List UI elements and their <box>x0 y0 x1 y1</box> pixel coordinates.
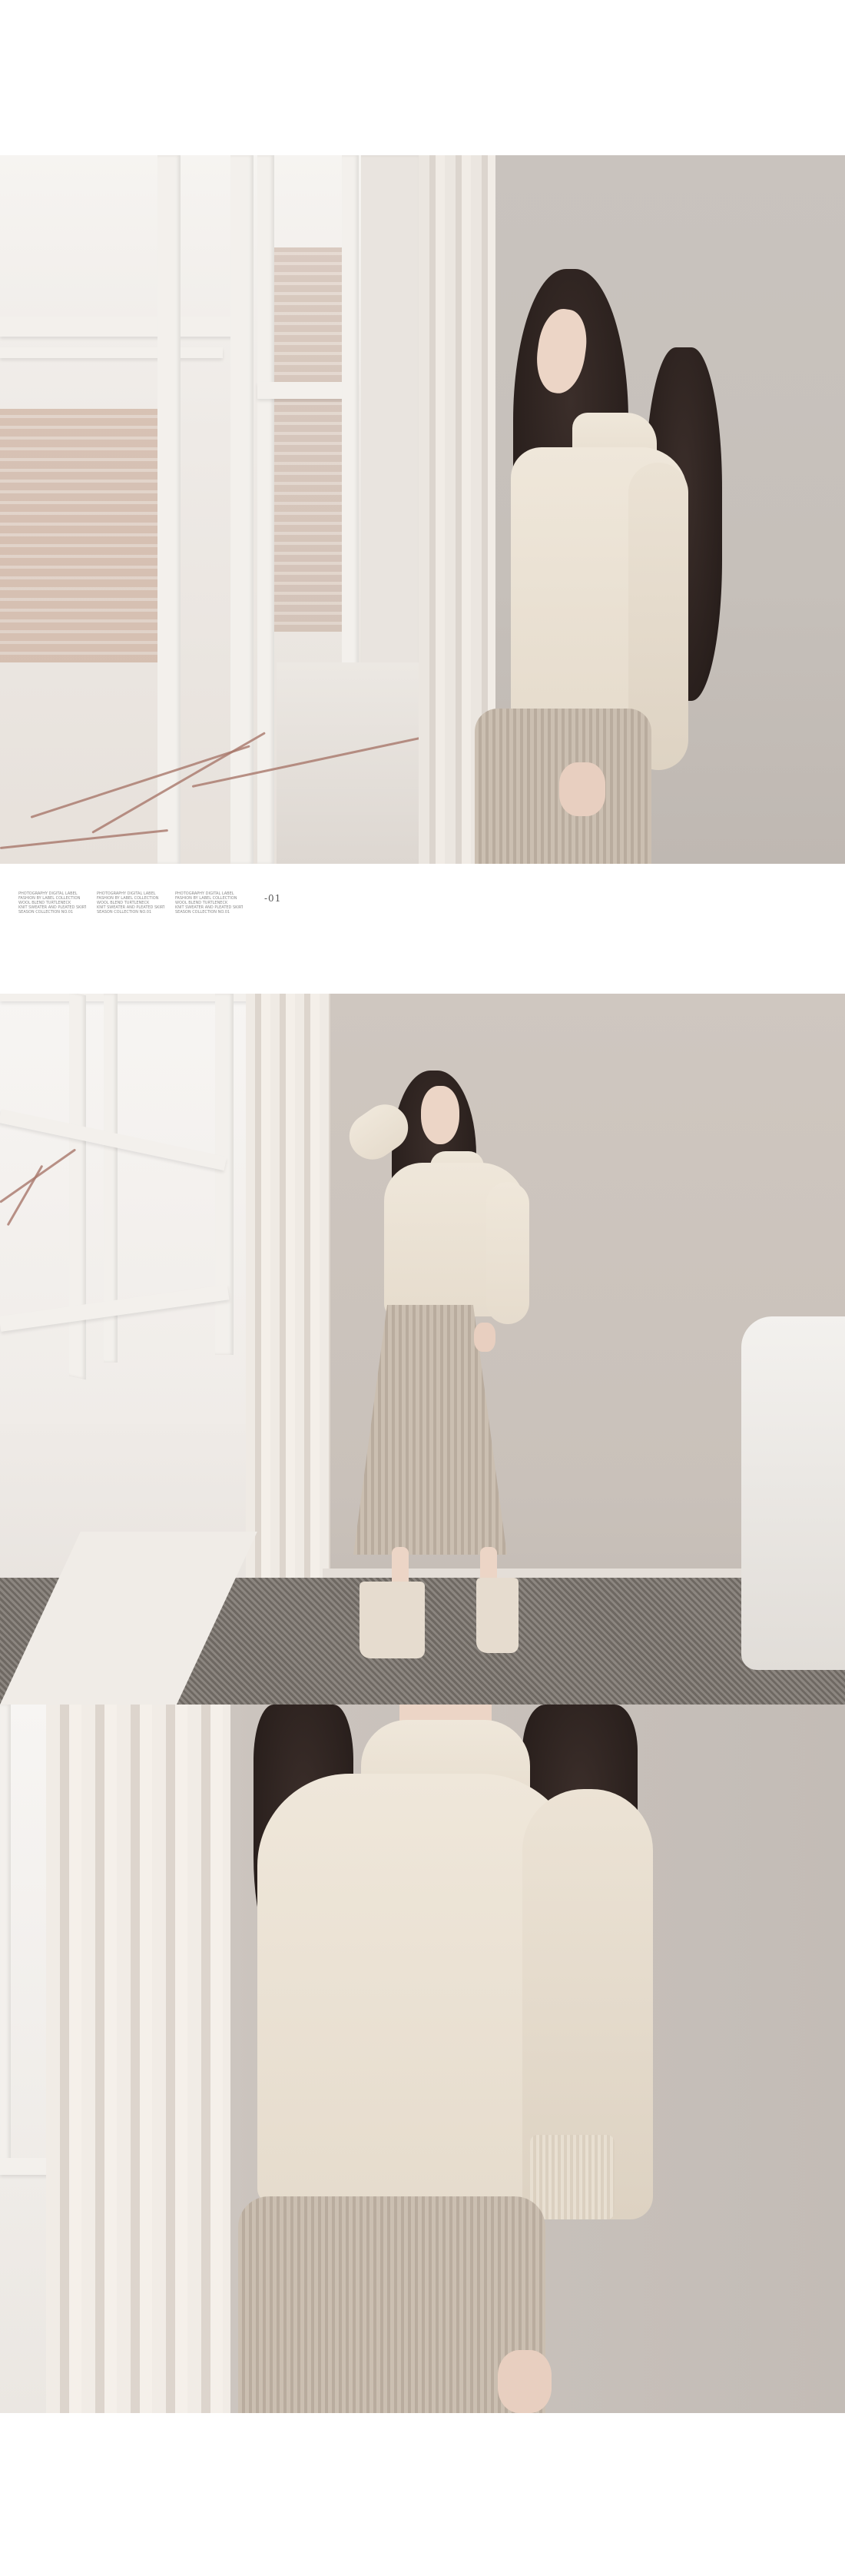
curtain <box>246 994 330 1593</box>
model-detail-photo <box>0 1705 845 2413</box>
model-face <box>421 1086 459 1144</box>
model-hand <box>559 762 605 816</box>
model-hand <box>474 1323 495 1352</box>
caption-number: -01 <box>264 893 282 904</box>
ankle-boot <box>476 1578 519 1653</box>
caption-line: SEASON COLLECTION NO.01 <box>175 910 230 915</box>
window-frame <box>230 155 254 864</box>
caption-strip: PHOTOGRAPHY DIGITAL LABEL FASHION BY LAB… <box>18 891 326 922</box>
model-full-body-photo <box>0 994 845 1705</box>
sweater-cuff <box>530 2135 615 2219</box>
window-frame <box>257 155 274 864</box>
window-frame <box>0 317 246 337</box>
caption-line: SEASON COLLECTION NO.01 <box>18 910 74 915</box>
brick-wall-outside <box>0 409 161 662</box>
caption-column: PHOTOGRAPHY DIGITAL LABEL FASHION BY LAB… <box>175 891 243 915</box>
brick-wall-outside-right <box>269 247 353 632</box>
window-frame <box>0 1705 11 2166</box>
curtain <box>46 1705 230 2413</box>
covered-chair <box>741 1316 845 1670</box>
window-frame <box>0 347 223 358</box>
model-hand <box>498 2350 552 2413</box>
model-by-window-photo <box>0 155 845 864</box>
sweater-sleeve <box>486 1182 529 1324</box>
ankle-boot <box>360 1582 425 1658</box>
caption-line: SEASON COLLECTION NO.01 <box>97 910 152 915</box>
caption-column: PHOTOGRAPHY DIGITAL LABEL FASHION BY LAB… <box>18 891 86 915</box>
window-frame <box>157 155 181 864</box>
caption-column: PHOTOGRAPHY DIGITAL LABEL FASHION BY LAB… <box>97 891 164 915</box>
